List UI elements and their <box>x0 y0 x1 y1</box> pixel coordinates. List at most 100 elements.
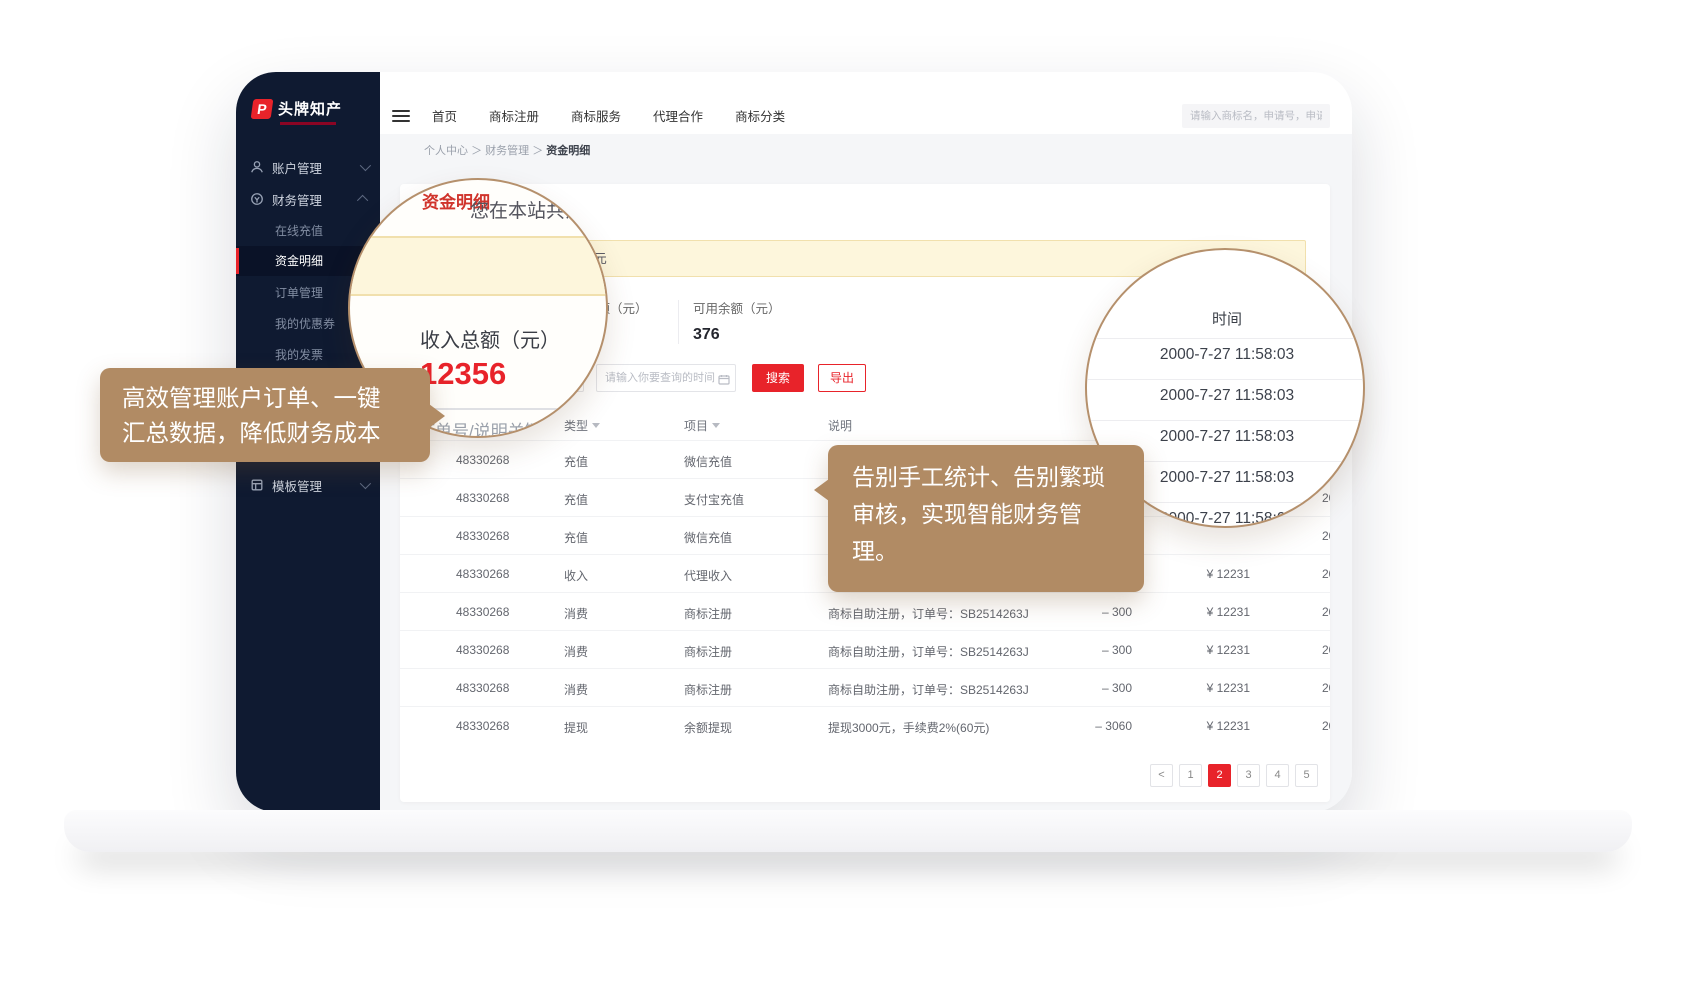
row-divider <box>1085 379 1365 380</box>
table-row: 48330268 消费 商标注册 商标自助注册，订单号：SB2514263J –… <box>400 668 1330 706</box>
chevron-up-icon <box>357 195 368 206</box>
cell-amount: – 300 <box>1040 605 1132 619</box>
cell-type: 提现 <box>564 719 588 736</box>
cell-project: 微信充值 <box>684 529 732 546</box>
pagination-page-4[interactable]: 4 <box>1266 764 1289 787</box>
magnified-time-row: 2000-7-27 11:58:03 <box>1087 346 1365 364</box>
breadcrumb-finance[interactable]: 财务管理 <box>485 145 529 157</box>
pagination-page-2[interactable]: 2 <box>1208 764 1231 787</box>
cell-balance: ¥ 12231 <box>1158 567 1250 581</box>
cell-order: 48330268 <box>456 605 509 619</box>
laptop-base <box>64 810 1632 852</box>
wallet-icon <box>250 192 264 206</box>
nav-trademark-register[interactable]: 商标注册 <box>489 106 539 125</box>
cell-desc: 商标自助注册，订单号：SB2514263J <box>828 681 1029 698</box>
cell-desc: 提现3000元，手续费2%(60元) <box>828 719 989 736</box>
cell-type: 收入 <box>564 567 588 584</box>
table-row: 48330268 消费 商标注册 商标自助注册，订单号：SB2514263J –… <box>400 630 1330 668</box>
cell-project: 代理收入 <box>684 567 732 584</box>
cell-type: 消费 <box>564 643 588 660</box>
cell-balance: ¥ 12231 <box>1158 681 1250 695</box>
balance-value: 376 <box>693 326 720 344</box>
cell-project: 商标注册 <box>684 643 732 660</box>
table-row: 48330268 提现 余额提现 提现3000元，手续费2%(60元) – 30… <box>400 706 1330 744</box>
header-project[interactable]: 项目 <box>684 417 720 434</box>
cell-desc: 商标自助注册，订单号：SB2514263J <box>828 605 1029 622</box>
sidebar-item-template[interactable]: 模板管理 <box>236 470 380 500</box>
cell-order: 48330268 <box>456 643 509 657</box>
cell-project: 余额提现 <box>684 719 732 736</box>
cell-order: 48330268 <box>456 681 509 695</box>
cell-order: 48330268 <box>456 529 509 543</box>
breadcrumb-sep: ＞ <box>471 145 482 157</box>
cell-time: 2000-7-27 11:58:03 <box>1322 719 1330 733</box>
top-navbar: 首页 商标注册 商标服务 代理合作 商标分类 <box>380 72 1352 134</box>
cell-project: 商标注册 <box>684 681 732 698</box>
magnified-time-row: 2000-7-27 11:58:03 <box>1087 428 1365 446</box>
stat-divider <box>678 300 679 344</box>
magnified-banner-text: 您在本站共消费32124元 <box>470 196 608 223</box>
header-desc: 说明 <box>828 417 852 434</box>
sidebar-item-label: 账户管理 <box>272 158 322 177</box>
pagination: < 1 2 3 4 5 <box>1150 764 1318 787</box>
pagination-page-3[interactable]: 3 <box>1237 764 1260 787</box>
cell-time: 2000-7-27 11:58:03 <box>1322 529 1330 543</box>
calendar-icon[interactable] <box>718 372 730 383</box>
cell-order: 48330268 <box>456 491 509 505</box>
pagination-prev[interactable]: < <box>1150 764 1173 787</box>
magnified-banner <box>348 236 608 296</box>
chevron-down-icon <box>360 160 371 171</box>
tooltip-left-line2: 汇总数据，降低财务成本 <box>122 416 408 451</box>
magnified-time-row: 2000-7-27 11:58:03 <box>1087 387 1365 405</box>
template-icon <box>250 478 264 492</box>
cell-balance: ¥ 12231 <box>1158 643 1250 657</box>
magnified-time-header: 时间 <box>1087 308 1365 329</box>
cell-amount: – 300 <box>1040 681 1132 695</box>
search-button[interactable]: 搜索 <box>752 364 804 392</box>
top-nav-links: 首页 商标注册 商标服务 代理合作 商标分类 <box>432 106 785 125</box>
user-icon <box>250 160 264 174</box>
cell-type: 消费 <box>564 681 588 698</box>
cell-project: 支付宝充值 <box>684 491 744 508</box>
cell-balance: ¥ 12231 <box>1158 605 1250 619</box>
sidebar-item-finance[interactable]: 财务管理 <box>236 184 380 214</box>
row-divider <box>1085 420 1365 421</box>
table-row: 48330268 消费 商标注册 商标自助注册，订单号：SB2514263J –… <box>400 592 1330 630</box>
cell-balance: ¥ 12231 <box>1158 719 1250 733</box>
sidebar-item-label: 财务管理 <box>272 190 322 209</box>
sort-caret-icon <box>712 423 720 428</box>
cell-type: 充值 <box>564 453 588 470</box>
row-divider <box>1085 338 1365 339</box>
brand-logo-icon: P <box>251 99 274 119</box>
pagination-page-1[interactable]: 1 <box>1179 764 1202 787</box>
export-button[interactable]: 导出 <box>818 364 866 392</box>
nav-trademark-service[interactable]: 商标服务 <box>571 106 621 125</box>
tooltip-right-line3: 理。 <box>852 533 1120 570</box>
breadcrumb-home[interactable]: 个人中心 <box>424 145 468 157</box>
cell-order: 48330268 <box>456 567 509 581</box>
cell-type: 充值 <box>564 529 588 546</box>
time-filter-input[interactable] <box>596 364 736 392</box>
tooltip-right-line2: 审核，实现智能财务管 <box>852 496 1120 533</box>
cell-amount: – 300 <box>1040 643 1132 657</box>
cell-type: 充值 <box>564 491 588 508</box>
cell-time: 2000-7-27 11:58:03 <box>1322 567 1330 581</box>
chevron-down-icon <box>360 478 371 489</box>
tooltip-left-line1: 高效管理账户订单、一键 <box>122 381 408 416</box>
cell-type: 消费 <box>564 605 588 622</box>
nav-home[interactable]: 首页 <box>432 106 457 125</box>
hamburger-menu-icon[interactable] <box>392 110 410 124</box>
nav-agent-cooperation[interactable]: 代理合作 <box>653 106 703 125</box>
brand-logo: P 头牌知产 <box>252 98 342 119</box>
cell-project: 商标注册 <box>684 605 732 622</box>
pagination-page-5[interactable]: 5 <box>1295 764 1318 787</box>
cell-time: 2000-7-27 11:58:03 <box>1322 643 1330 657</box>
sidebar-item-account[interactable]: 账户管理 <box>236 152 380 182</box>
cell-time: 2000-7-27 11:58:03 <box>1322 681 1330 695</box>
magnified-income-label: 收入总额（元） <box>420 324 560 353</box>
nav-trademark-category[interactable]: 商标分类 <box>735 106 785 125</box>
sidebar-item-label: 模板管理 <box>272 476 322 495</box>
trademark-search-input[interactable] <box>1182 104 1330 128</box>
cell-amount: – 3060 <box>1040 719 1132 733</box>
cell-order: 48330268 <box>456 719 509 733</box>
